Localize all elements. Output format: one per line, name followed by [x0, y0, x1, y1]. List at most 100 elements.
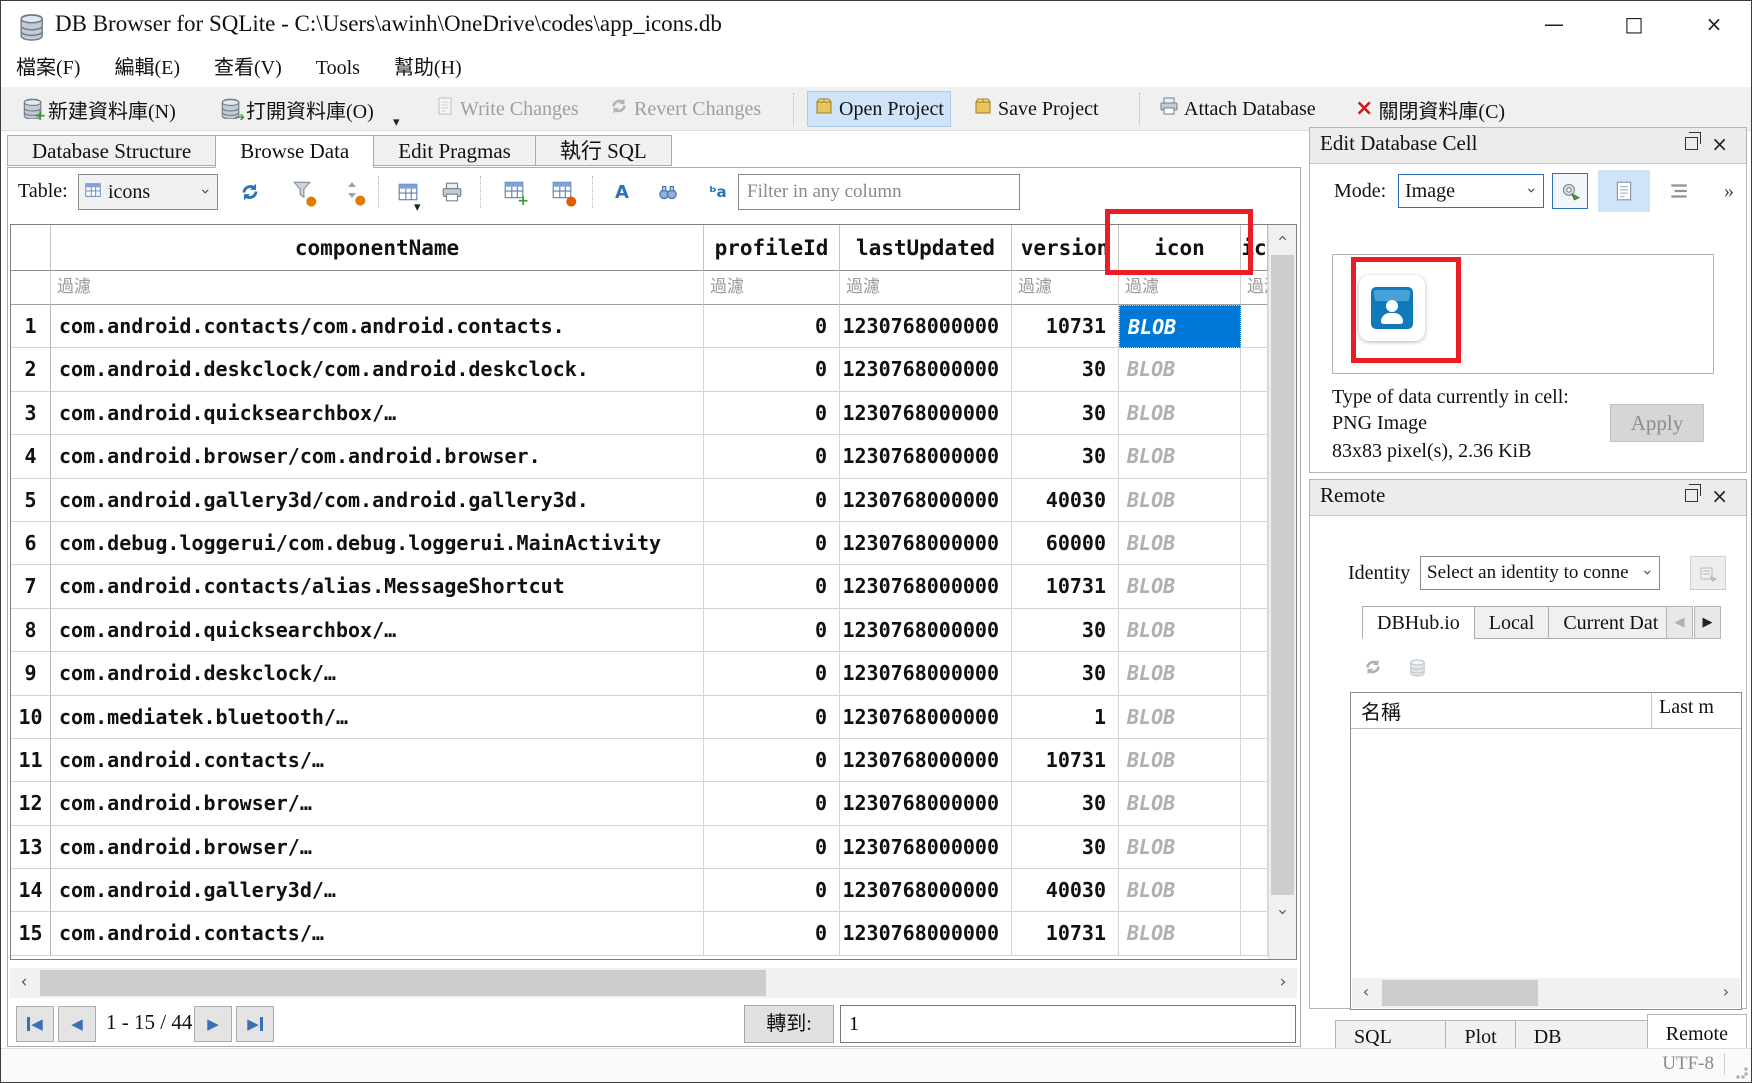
column-divider[interactable] [1651, 693, 1652, 729]
cell-icon-blob[interactable]: BLOB [1119, 869, 1241, 912]
cell-icon-blob[interactable]: BLOB [1119, 826, 1241, 869]
last-page-button[interactable]: ▶ [236, 1006, 274, 1042]
cell-icon-blob[interactable]: BLOB [1119, 479, 1241, 522]
cell-lastUpdated[interactable]: 1230768000000 [840, 912, 1012, 955]
cell-partial[interactable] [1241, 565, 1268, 608]
cell-partial[interactable] [1241, 435, 1268, 478]
remote-refresh-button[interactable] [1358, 652, 1388, 682]
cell-partial[interactable] [1241, 609, 1268, 652]
row-number[interactable]: 5 [11, 479, 51, 522]
cell-partial[interactable] [1241, 348, 1268, 391]
cell-partial[interactable] [1241, 522, 1268, 565]
open-project-button[interactable]: Open Project [807, 91, 951, 127]
cell-profileId[interactable]: 0 [704, 565, 840, 608]
cell-profileId[interactable]: 0 [704, 782, 840, 825]
cell-componentName[interactable]: com.android.browser/… [51, 826, 704, 869]
encoding-status[interactable]: UTF-8 [1652, 1053, 1725, 1075]
row-number[interactable]: 15 [11, 912, 51, 955]
attach-database-button[interactable]: Attach Database [1153, 91, 1322, 127]
cell-icon-blob[interactable]: BLOB [1119, 912, 1241, 955]
filter-cell-partial[interactable]: 過濾 [1241, 271, 1268, 305]
toolbar-overflow-button[interactable]: » [1714, 174, 1744, 208]
menu-view[interactable]: 查看(V) [199, 49, 297, 87]
close-panel-icon[interactable]: × [1711, 132, 1728, 156]
cell-partial[interactable] [1241, 696, 1268, 739]
cell-version[interactable]: 10731 [1012, 305, 1119, 348]
cell-componentName[interactable]: com.android.deskclock/com.android.deskcl… [51, 348, 704, 391]
tab-database-structure[interactable]: Database Structure [7, 135, 215, 166]
cell-version[interactable]: 30 [1012, 609, 1119, 652]
cell-version[interactable]: 30 [1012, 348, 1119, 391]
cell-lastUpdated[interactable]: 1230768000000 [840, 782, 1012, 825]
next-page-button[interactable]: ▶ [194, 1006, 232, 1042]
cell-lastUpdated[interactable]: 1230768000000 [840, 305, 1012, 348]
cell-icon-blob[interactable]: BLOB [1119, 609, 1241, 652]
filter-cell-lastUpdated[interactable]: 過濾 [840, 271, 1012, 305]
cell-partial[interactable] [1241, 826, 1268, 869]
menu-edit[interactable]: 編輯(E) [99, 49, 195, 87]
cell-icon-blob[interactable]: BLOB [1119, 435, 1241, 478]
vertical-scrollbar[interactable]: › › [1268, 225, 1296, 959]
row-number[interactable]: 6 [11, 522, 51, 565]
print-button[interactable] [434, 174, 470, 210]
scroll-right-icon[interactable]: › [1712, 978, 1740, 1008]
tab-scroll-left-button[interactable]: ◀ [1666, 606, 1693, 639]
cell-componentName[interactable]: com.android.deskclock/… [51, 652, 704, 695]
row-number[interactable]: 13 [11, 826, 51, 869]
mode-select[interactable]: Image › [1398, 174, 1544, 208]
cell-partial[interactable] [1241, 869, 1268, 912]
cell-componentName[interactable]: com.android.browser/com.android.browser. [51, 435, 704, 478]
cell-componentName[interactable]: com.android.gallery3d/com.android.galler… [51, 479, 704, 522]
apply-button[interactable]: Apply [1610, 404, 1704, 442]
cell-lastUpdated[interactable]: 1230768000000 [840, 522, 1012, 565]
cell-version[interactable]: 10731 [1012, 739, 1119, 782]
cell-version[interactable]: 30 [1012, 435, 1119, 478]
cell-componentName[interactable]: com.android.gallery3d/… [51, 869, 704, 912]
cell-version[interactable]: 10731 [1012, 912, 1119, 955]
grid-header-version[interactable]: version [1012, 225, 1119, 271]
scroll-right-icon[interactable]: › [1269, 968, 1297, 998]
cell-profileId[interactable]: 0 [704, 522, 840, 565]
cell-lastUpdated[interactable]: 1230768000000 [840, 435, 1012, 478]
cell-lastUpdated[interactable]: 1230768000000 [840, 826, 1012, 869]
tab-scroll-right-button[interactable]: ▶ [1694, 606, 1721, 639]
cell-icon-blob[interactable]: BLOB [1119, 652, 1241, 695]
cell-profileId[interactable]: 0 [704, 652, 840, 695]
cell-profileId[interactable]: 0 [704, 392, 840, 435]
clear-sorting-button[interactable]: ● [334, 174, 370, 210]
cell-componentName[interactable]: com.debug.loggerui/com.debug.loggerui.Ma… [51, 522, 704, 565]
refresh-button[interactable] [232, 174, 268, 210]
open-database-dropdown[interactable]: ▾ [393, 113, 400, 131]
cell-lastUpdated[interactable]: 1230768000000 [840, 696, 1012, 739]
menu-help[interactable]: 幫助(H) [379, 49, 477, 87]
grid-header-lastUpdated[interactable]: lastUpdated [840, 225, 1012, 271]
cell-version[interactable]: 40030 [1012, 479, 1119, 522]
row-number[interactable]: 12 [11, 782, 51, 825]
scroll-up-icon[interactable]: › [1269, 225, 1296, 253]
filter-cell-profileId[interactable]: 過濾 [704, 271, 840, 305]
cell-componentName[interactable]: com.android.contacts/… [51, 912, 704, 955]
cell-version[interactable]: 1 [1012, 696, 1119, 739]
cell-icon-blob[interactable]: BLOB [1119, 305, 1241, 348]
row-number[interactable]: 4 [11, 435, 51, 478]
scroll-left-icon[interactable]: ‹ [10, 968, 38, 998]
maximize-button[interactable]: □ [1605, 1, 1663, 47]
cell-componentName[interactable]: com.mediatek.bluetooth/… [51, 696, 704, 739]
remote-header-name[interactable]: 名稱 [1361, 696, 1401, 725]
cell-profileId[interactable]: 0 [704, 739, 840, 782]
save-project-button[interactable]: Save Project [967, 91, 1105, 127]
first-page-button[interactable]: ◀ [16, 1006, 54, 1042]
import-data-button[interactable] [1552, 173, 1588, 209]
cell-icon-blob[interactable]: BLOB [1119, 392, 1241, 435]
cell-componentName[interactable]: com.android.contacts/alias.MessageShortc… [51, 565, 704, 608]
cell-icon-blob[interactable]: BLOB [1119, 739, 1241, 782]
insert-record-button[interactable]: + [496, 174, 532, 210]
find-button[interactable] [650, 174, 686, 210]
cell-profileId[interactable]: 0 [704, 435, 840, 478]
clone-database-button[interactable] [1690, 556, 1726, 590]
cell-version[interactable]: 40030 [1012, 869, 1119, 912]
encoding-button[interactable]: ᵇa [700, 174, 736, 210]
goto-record-input[interactable] [840, 1005, 1296, 1043]
scroll-left-icon[interactable]: ‹ [1352, 978, 1380, 1008]
grid-header-partial[interactable]: ic [1241, 225, 1268, 271]
